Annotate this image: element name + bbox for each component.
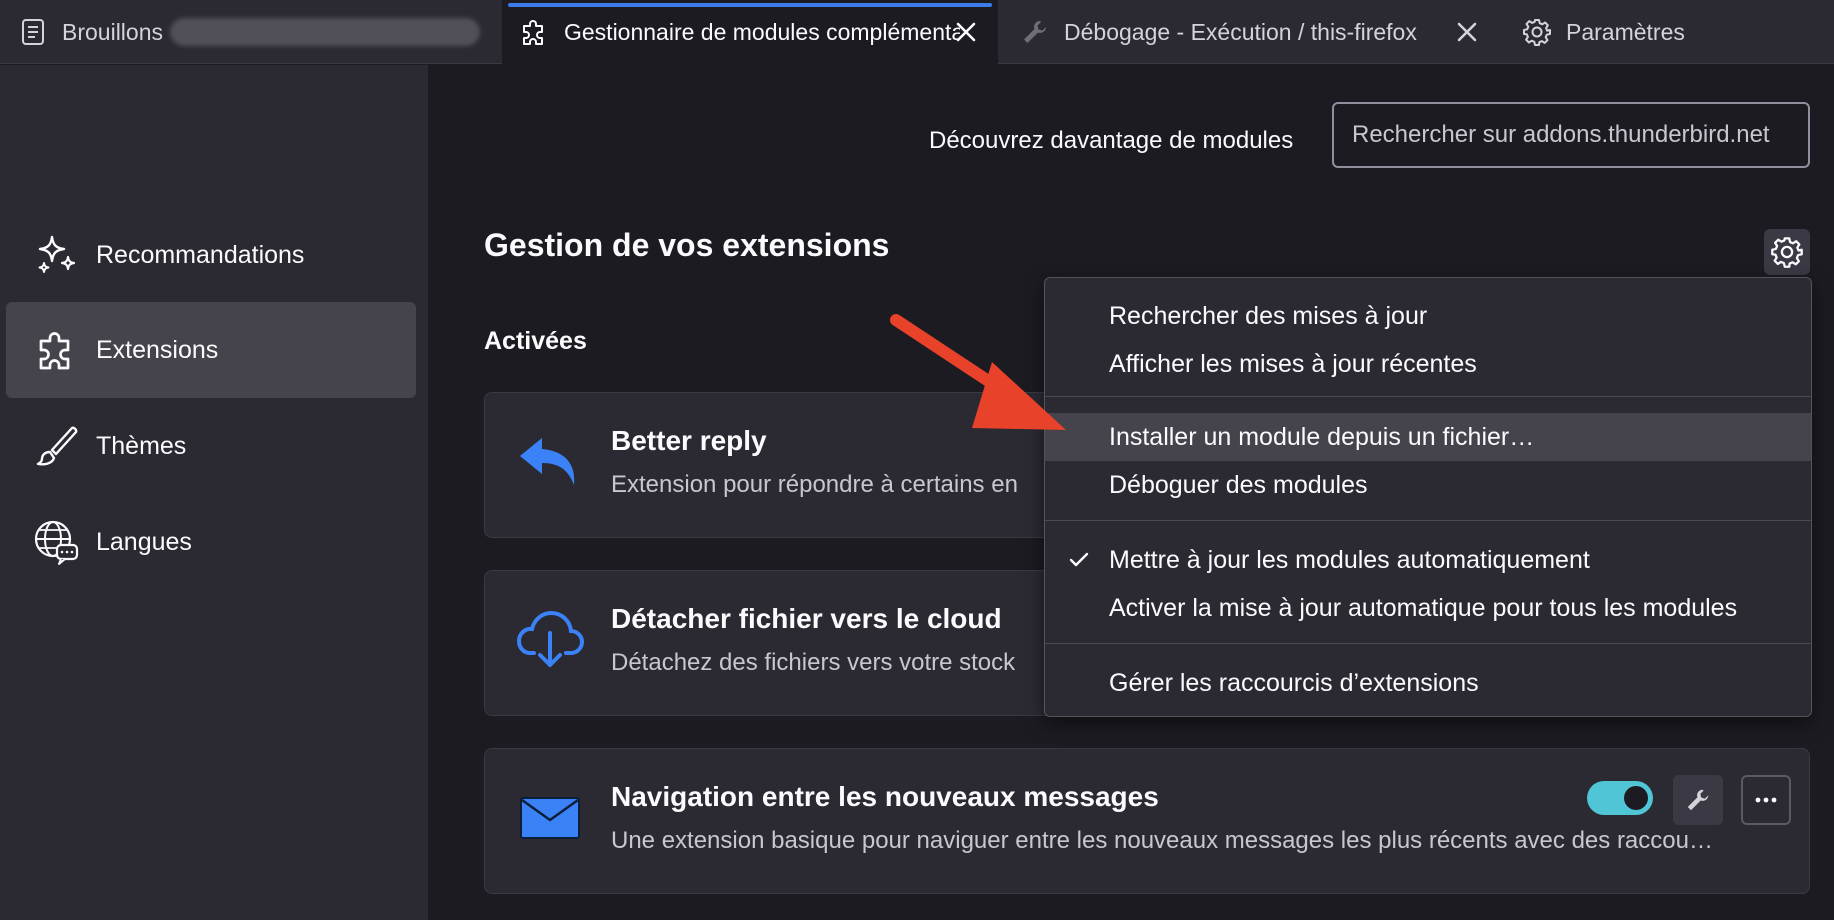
menu-item-label: Mettre à jour les modules automatiquemen… xyxy=(1109,545,1590,574)
menu-item-label: Gérer les raccourcis d’extensions xyxy=(1109,668,1479,697)
puzzle-icon xyxy=(28,322,84,378)
redacted-text xyxy=(170,18,480,46)
sidebar-item-label: Extensions xyxy=(96,335,219,364)
sidebar-item-label: Recommandations xyxy=(96,240,305,269)
sidebar-item-recommendations[interactable]: Recommandations xyxy=(6,207,416,303)
tools-menu-button[interactable] xyxy=(1764,229,1810,275)
extension-description: Extension pour répondre à certains en xyxy=(611,471,1018,498)
menu-separator xyxy=(1045,520,1811,521)
sidebar-item-extensions[interactable]: Extensions xyxy=(6,302,416,398)
sidebar-item-themes[interactable]: Thèmes xyxy=(6,398,416,494)
tab-brouillons[interactable]: Brouillons xyxy=(0,0,496,64)
sidebar-item-label: Langues xyxy=(96,527,192,556)
page-title: Gestion de vos extensions xyxy=(484,227,890,263)
menu-item-label: Afficher les mises à jour récentes xyxy=(1109,349,1477,378)
menu-separator xyxy=(1045,643,1811,644)
brush-icon xyxy=(28,418,84,474)
sidebar-item-languages[interactable]: Langues xyxy=(6,494,416,590)
cloud-download-icon xyxy=(515,605,585,675)
close-icon[interactable] xyxy=(948,14,984,50)
tab-addons-manager[interactable]: Gestionnaire de modules complémentaires xyxy=(502,0,998,64)
menu-item-label: Installer un module depuis un fichier… xyxy=(1109,422,1535,451)
tab-label: Paramètres xyxy=(1566,18,1685,45)
tab-label: Brouillons xyxy=(62,18,163,45)
extension-name: Navigation entre les nouveaux messages xyxy=(611,781,1159,812)
wrench-icon xyxy=(1684,786,1712,814)
menu-item-check-updates[interactable]: Rechercher des mises à jour xyxy=(1045,292,1811,340)
menu-item-label: Rechercher des mises à jour xyxy=(1109,301,1428,330)
menu-item-label: Activer la mise à jour automatique pour … xyxy=(1109,593,1738,622)
extension-name: Better reply xyxy=(611,425,767,456)
document-icon xyxy=(20,18,46,46)
extension-card[interactable]: Navigation entre les nouveaux messages U… xyxy=(484,748,1810,894)
sidebar-item-label: Thèmes xyxy=(96,431,187,460)
checkmark-icon xyxy=(1067,548,1091,572)
extension-options-button[interactable] xyxy=(1673,775,1723,825)
tab-strip: Brouillons Gestionnaire de modules compl… xyxy=(0,0,1834,64)
puzzle-icon xyxy=(518,16,550,48)
addons-search-input[interactable] xyxy=(1332,102,1810,168)
tab-label: Débogage - Exécution / this-firefox xyxy=(1064,18,1417,45)
extension-enable-toggle[interactable] xyxy=(1587,781,1653,815)
discover-more-label: Découvrez davantage de modules xyxy=(929,127,1294,154)
menu-item-auto-update[interactable]: Mettre à jour les modules automatiquemen… xyxy=(1045,536,1811,584)
extension-description: Une extension basique pour naviguer entr… xyxy=(611,827,1713,854)
menu-item-label: Déboguer des modules xyxy=(1109,470,1368,499)
menu-item-enable-auto-update-all[interactable]: Activer la mise à jour automatique pour … xyxy=(1045,584,1811,632)
menu-item-manage-shortcuts[interactable]: Gérer les raccourcis d’extensions xyxy=(1045,659,1811,707)
envelope-icon xyxy=(515,783,585,853)
globe-chat-icon xyxy=(28,514,84,570)
tab-debugging[interactable]: Débogage - Exécution / this-firefox xyxy=(1004,0,1504,64)
gear-icon xyxy=(1770,235,1804,269)
extension-more-button[interactable] xyxy=(1741,775,1791,825)
menu-separator xyxy=(1045,396,1811,397)
menu-item-install-from-file[interactable]: Installer un module depuis un fichier… xyxy=(1045,413,1811,461)
tab-settings[interactable]: Paramètres xyxy=(1504,0,1804,64)
section-enabled-heading: Activées xyxy=(484,327,587,355)
close-icon[interactable] xyxy=(1449,14,1485,50)
menu-item-view-recent-updates[interactable]: Afficher les mises à jour récentes xyxy=(1045,340,1811,388)
wrench-icon xyxy=(1020,17,1050,47)
gear-icon xyxy=(1522,17,1552,47)
extension-description: Détachez des fichiers vers votre stock xyxy=(611,649,1016,676)
more-dots-icon xyxy=(1755,797,1777,803)
sparkle-icon xyxy=(28,227,84,283)
categories-sidebar: Recommandations Extensions Thèmes Langue… xyxy=(0,65,428,920)
menu-item-debug-addons[interactable]: Déboguer des modules xyxy=(1045,461,1811,509)
tab-label: Gestionnaire de modules complémentaires xyxy=(564,18,960,45)
tools-dropdown-menu: Rechercher des mises à jour Afficher les… xyxy=(1044,277,1812,717)
reply-arrow-icon xyxy=(515,427,585,497)
extension-name: Détacher fichier vers le cloud xyxy=(611,603,1002,634)
